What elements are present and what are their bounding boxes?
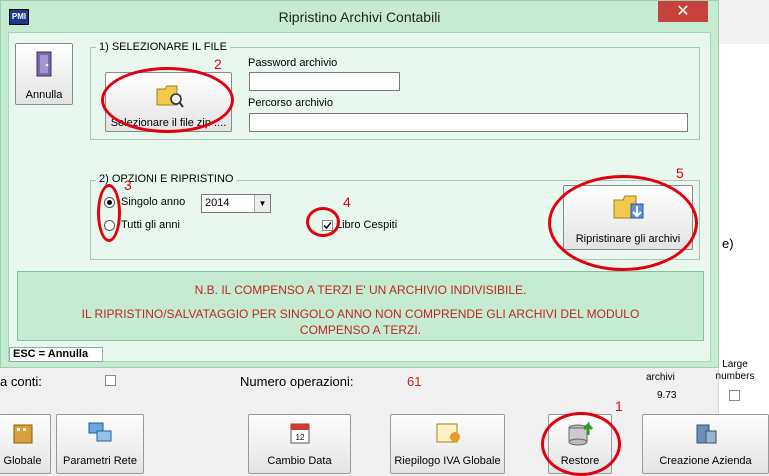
annotation-number: 4 (343, 194, 351, 210)
large-numbers-checkbox[interactable] (729, 390, 740, 401)
close-icon[interactable]: ✕ (658, 1, 708, 22)
network-icon (88, 422, 112, 442)
toolbar-button-parametri-rete[interactable]: Parametri Rete (56, 414, 144, 474)
section2-title: 2) OPZIONI E RIPRISTINO (96, 173, 237, 185)
year-value: 2014 (205, 197, 230, 209)
annotation-ellipse-restore-archives (548, 175, 698, 271)
chevron-down-icon: ▼ (254, 195, 270, 212)
annulla-button[interactable]: Annulla (15, 43, 73, 105)
toolbar-label: Globale (3, 455, 42, 467)
calendar-icon: 12 (290, 423, 309, 444)
annotation-ellipse-radio (97, 184, 121, 242)
calendar-report-icon (436, 423, 460, 443)
annotation-number: 3 (124, 177, 132, 193)
path-input[interactable] (249, 113, 688, 132)
background-label-conti: a conti: (0, 374, 42, 389)
password-label: Password archivio (248, 57, 338, 69)
toolbar-button-riepilogo-iva[interactable]: Riepilogo IVA Globale (390, 414, 505, 474)
building-icon (13, 424, 32, 444)
archives-label: archivi (646, 372, 675, 383)
note-line-3: COMPENSO A TERZI. (299, 323, 422, 337)
toolbar-button-creazione-azienda[interactable]: Creazione Azienda (642, 414, 769, 474)
note-line-1: N.B. IL COMPENSO A TERZI E' UN ARCHIVIO … (194, 283, 527, 297)
annotation-ellipse-checkbox (306, 207, 340, 237)
annulla-label: Annulla (25, 89, 63, 101)
annotation-number: 5 (676, 165, 684, 181)
radio-single-label: Singolo anno (121, 196, 186, 208)
annotation-number: 1 (615, 398, 623, 414)
warning-note: N.B. IL COMPENSO A TERZI E' UN ARCHIVIO … (17, 271, 704, 341)
dialog-title: Ripristino Archivi Contabili (278, 9, 441, 25)
background-text-fragment: e) (722, 236, 734, 251)
toolbar-label: Creazione Azienda (659, 455, 752, 467)
annotation-ellipse-select-file (101, 67, 234, 133)
background-checkbox[interactable] (105, 375, 116, 386)
archives-value: 9.73 (657, 390, 677, 401)
password-input[interactable] (249, 72, 400, 91)
year-select[interactable]: 2014 ▼ (201, 194, 271, 213)
note-line-2: IL RIPRISTINO/SALVATAGGIO PER SINGOLO AN… (81, 307, 640, 321)
operations-value: 61 (407, 374, 422, 389)
company-create-icon (696, 424, 716, 444)
exit-door-icon (36, 51, 52, 77)
toolbar-label: Cambio Data (267, 455, 332, 467)
radio-all-label: Tutti gli anni (121, 219, 180, 231)
dialog-titlebar: PMI Ripristino Archivi Contabili ✕ (1, 1, 718, 32)
svg-text:12: 12 (295, 433, 304, 442)
toolbar-button-globale[interactable]: Globale (0, 414, 51, 474)
annotation-number: 2 (214, 56, 222, 72)
section1-title: 1) SELEZIONARE IL FILE (96, 41, 230, 53)
annotation-ellipse-restore (541, 412, 621, 476)
esc-hint: ESC = Annulla (9, 347, 103, 362)
toolbar-label: Parametri Rete (63, 455, 137, 467)
toolbar-label: Riepilogo IVA Globale (394, 455, 501, 467)
operations-label: Numero operazioni: (240, 374, 354, 389)
toolbar-button-cambio-data[interactable]: 12 Cambio Data (248, 414, 351, 474)
libro-cespiti-label: Libro Cespiti (336, 219, 398, 231)
path-label: Percorso archivio (248, 97, 333, 109)
